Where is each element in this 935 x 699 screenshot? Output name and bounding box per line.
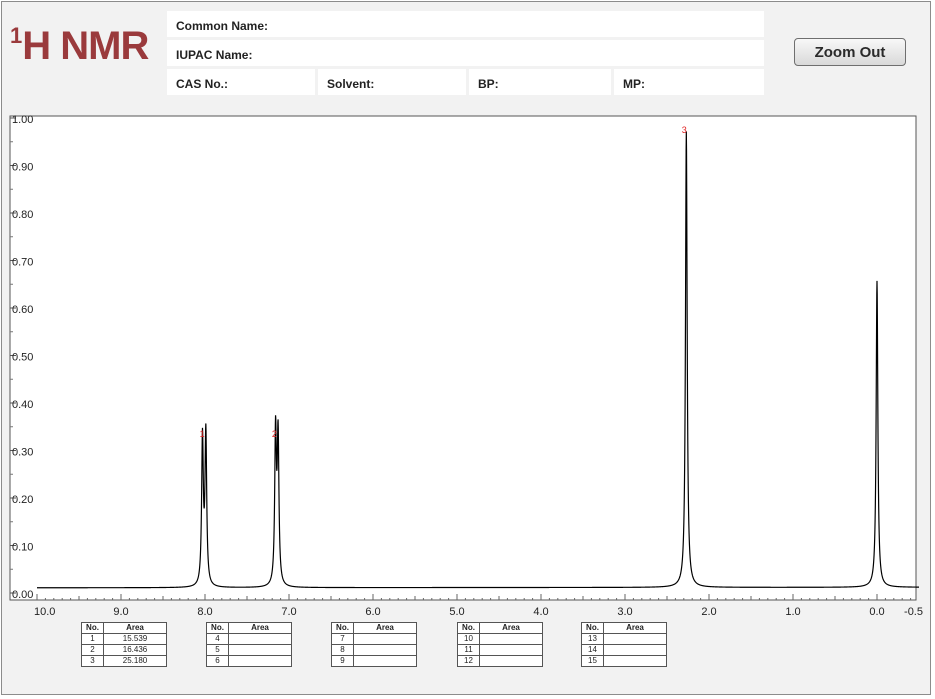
peak-number-cell: 14 [581,644,604,656]
peak-area-cell [228,655,292,667]
peak-area-cell [603,644,667,656]
x-tick-label: -0.5 [904,606,923,618]
peak-area-cell [479,633,543,645]
y-tick-label: 0.60 [12,304,33,316]
area-table: No. Area 13 14 15 [581,622,667,667]
table-row: 4 [206,633,292,645]
area-table-header-area: Area [103,622,167,634]
y-tick-label: 0.00 [12,589,33,601]
area-table: No. Area 7 8 9 [331,622,417,667]
peak-area-cell [353,655,417,667]
peak-area-cell [479,644,543,656]
peak-number-cell: 13 [581,633,604,645]
table-row: 12 [457,655,543,667]
peak-number-cell: 10 [457,633,480,645]
peak-area-cell [353,633,417,645]
x-tick-label: 5.0 [449,606,464,618]
peak-area-cell [479,655,543,667]
x-tick-label: 2.0 [701,606,716,618]
area-table-header-area: Area [603,622,667,634]
table-row: 8 [331,644,417,656]
area-table-header-no: No. [457,622,480,634]
table-row: 7 [331,633,417,645]
y-tick-label: 0.30 [12,447,33,459]
x-tick-label: 10.0 [34,606,55,618]
table-row: 2 16.436 [81,644,167,656]
area-table-header-area: Area [353,622,417,634]
x-tick-label: 4.0 [533,606,548,618]
area-table-header-no: No. [331,622,354,634]
peak-number-cell: 1 [81,633,104,645]
peak-area-cell [603,633,667,645]
peak-number-cell: 7 [331,633,354,645]
peak-area-cell [353,644,417,656]
peak-number-cell: 9 [331,655,354,667]
area-table-header-no: No. [206,622,229,634]
peak-number-cell: 5 [206,644,229,656]
nmr-spectrum-chart[interactable]: 1.00 0.90 0.80 0.70 0.60 0.50 0.40 0.30 0.20 0.10… [0,0,935,620]
y-tick-label: 0.70 [12,257,33,269]
table-row: 14 [581,644,667,656]
table-row: 1 15.539 [81,633,167,645]
x-tick-label: 1.0 [785,606,800,618]
y-tick-label: 0.80 [12,209,33,221]
x-tick-label: 0.0 [869,606,884,618]
plot-area [9,115,917,601]
table-row: 11 [457,644,543,656]
table-row: 13 [581,633,667,645]
peak-number-cell: 8 [331,644,354,656]
peak-number-cell: 6 [206,655,229,667]
x-tick-label: 7.0 [281,606,296,618]
table-row: 15 [581,655,667,667]
y-tick-label: 0.50 [12,352,33,364]
y-tick-label: 1.00 [12,114,33,126]
x-tick-label: 8.0 [197,606,212,618]
peak-number-cell: 2 [81,644,104,656]
peak-area-cell [603,655,667,667]
x-tick-label: 3.0 [617,606,632,618]
area-table-header-area: Area [479,622,543,634]
x-tick-label: 9.0 [113,606,128,618]
y-tick-label: 0.20 [12,494,33,506]
peak-number-cell: 12 [457,655,480,667]
table-row: 5 [206,644,292,656]
table-row: 6 [206,655,292,667]
area-table-header-no: No. [81,622,104,634]
peak-area-cell [228,633,292,645]
peak-label: 3 [682,125,687,135]
table-row: 9 [331,655,417,667]
peak-label: 1 [200,429,205,439]
table-row: 3 25.180 [81,655,167,667]
y-tick-label: 0.10 [12,542,33,554]
y-tick-label: 0.90 [12,162,33,174]
peak-area-cell: 25.180 [103,655,167,667]
peak-area-cell: 16.436 [103,644,167,656]
y-tick-label: 0.40 [12,399,33,411]
area-table: No. Area 1 15.539 2 16.436 3 25.180 [81,622,167,667]
x-tick-label: 6.0 [365,606,380,618]
peak-number-cell: 11 [457,644,480,656]
peak-area-cell: 15.539 [103,633,167,645]
area-table: No. Area 4 5 6 [206,622,292,667]
table-row: 10 [457,633,543,645]
peak-label: 2 [272,429,277,439]
area-table-header-area: Area [228,622,292,634]
peak-number-cell: 3 [81,655,104,667]
peak-area-cell [228,644,292,656]
peak-number-cell: 15 [581,655,604,667]
area-table-header-no: No. [581,622,604,634]
peak-number-cell: 4 [206,633,229,645]
area-table: No. Area 10 11 12 [457,622,543,667]
